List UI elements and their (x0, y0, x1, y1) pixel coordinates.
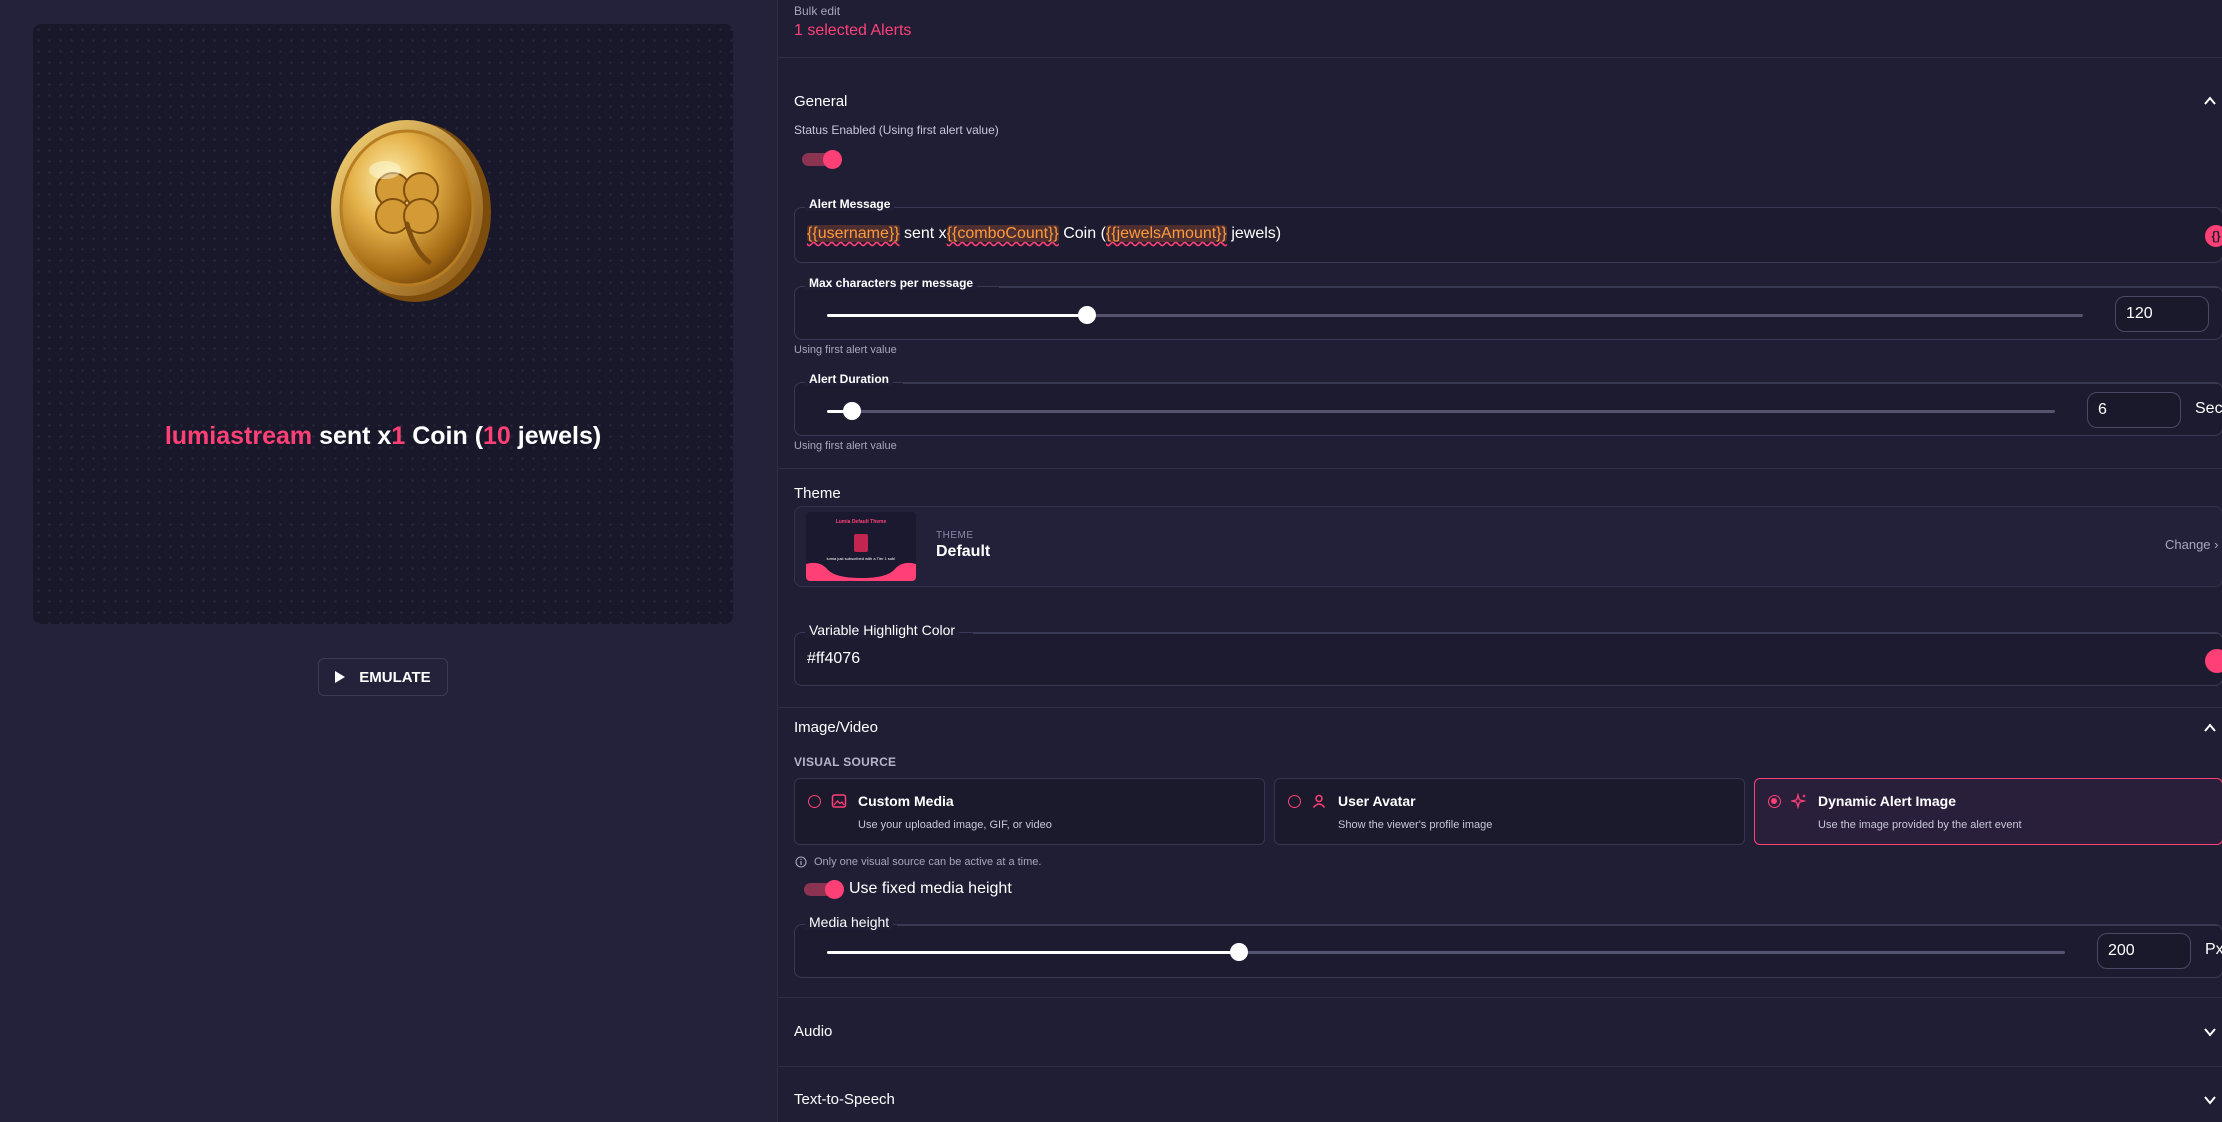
custom-media-subtitle: Use your uploaded image, GIF, or video (858, 819, 1052, 831)
alert-duration-input[interactable]: 6 (2087, 392, 2181, 428)
divider (778, 57, 2222, 58)
theme-caption: THEME (936, 530, 974, 541)
theme-thumbnail: Lumia Default Theme lumia just subscribe… (806, 512, 916, 581)
theme-change-button[interactable]: Change › (2165, 537, 2219, 552)
alert-duration-field: Alert Duration 6 Sec (794, 372, 2222, 436)
emulate-button[interactable]: EMULATE (318, 658, 448, 696)
chevron-down-icon[interactable] (2203, 1025, 2217, 1039)
divider (778, 468, 2222, 469)
play-icon (335, 671, 346, 683)
fixed-media-height-toggle[interactable] (804, 880, 844, 899)
message-text-sent: sent x (899, 225, 947, 242)
visual-source-label: VISUAL SOURCE (794, 755, 897, 769)
preview-message: lumiastream sent x1 Coin (10 jewels) (33, 422, 733, 451)
insert-variable-button[interactable]: {} (2205, 225, 2222, 247)
preview-username: lumiastream (164, 422, 313, 450)
legend-line (973, 633, 2219, 634)
dynamic-alert-image-subtitle: Use the image provided by the alert even… (1818, 819, 2022, 831)
message-text-jewels: jewels) (1226, 225, 1282, 242)
image-icon (831, 794, 847, 808)
slider-thumb[interactable] (1230, 943, 1249, 961)
slider-thumb[interactable] (1077, 306, 1096, 324)
preview-combo: 1 (391, 422, 406, 450)
highlight-color-field[interactable]: Variable Highlight Color #ff4076 (794, 622, 2222, 686)
image-video-section-title: Image/Video (794, 719, 878, 736)
chevron-up-icon[interactable] (2203, 94, 2217, 108)
preview-pane: lumiastream sent x1 Coin (10 jewels) EMU… (0, 0, 777, 1122)
max-characters-legend: Max characters per message (805, 276, 978, 290)
max-characters-field: Max characters per message 120 (794, 276, 2222, 340)
theme-card[interactable]: Lumia Default Theme lumia just subscribe… (794, 506, 2222, 587)
theme-thumb-figure (854, 534, 868, 552)
sparkle-icon (1791, 793, 1807, 809)
tts-section-title: Text-to-Speech (794, 1091, 895, 1108)
max-characters-slider[interactable] (827, 306, 2083, 324)
source-card-user-avatar[interactable]: User Avatar Show the viewer's profile im… (1274, 778, 1745, 845)
media-height-unit: Px (2205, 941, 2222, 958)
preview-coin: Coin ( (412, 422, 484, 450)
status-enabled-label: Status Enabled (Using first alert value) (794, 123, 999, 137)
legend-line (999, 287, 2219, 288)
chevron-right-icon: › (2214, 537, 2219, 552)
var-username: {{username}} (807, 225, 900, 242)
message-text-coin: Coin ( (1058, 225, 1106, 242)
legend-line (903, 383, 2219, 384)
divider (778, 707, 2222, 708)
var-jewels-amount: {{jewelsAmount}} (1105, 225, 1227, 242)
theme-wave-decoration (806, 562, 916, 581)
user-avatar-subtitle: Show the viewer's profile image (1338, 819, 1493, 831)
radio-user-avatar[interactable] (1288, 795, 1301, 808)
highlight-color-swatch[interactable] (2205, 649, 2222, 673)
settings-panel: Bulk edit 1 selected Alerts General Stat… (777, 0, 2222, 1122)
fixed-media-height-label: Use fixed media height (849, 880, 1012, 897)
audio-section-title: Audio (794, 1023, 833, 1040)
general-section-title: General (794, 93, 848, 110)
media-height-legend: Media height (805, 914, 894, 930)
alert-duration-note: Using first alert value (794, 440, 897, 452)
alert-message-value[interactable]: {{username}} sent x{{comboCount}} Coin (… (807, 225, 1281, 243)
highlight-color-legend: Variable Highlight Color (805, 622, 960, 638)
status-enabled-toggle[interactable] (802, 150, 842, 169)
radio-custom-media[interactable] (808, 795, 821, 808)
theme-section-title: Theme (794, 485, 841, 502)
info-icon (795, 856, 807, 868)
max-characters-note: Using first alert value (794, 344, 897, 356)
source-card-custom-media[interactable]: Custom Media Use your uploaded image, GI… (794, 778, 1265, 845)
alert-message-legend: Alert Message (805, 197, 895, 211)
media-height-input[interactable]: 200 (2097, 933, 2191, 969)
selected-alerts-count: 1 selected Alerts (794, 22, 912, 39)
max-characters-input[interactable]: 120 (2115, 296, 2209, 332)
media-height-slider[interactable] (827, 943, 2065, 961)
divider (778, 997, 2222, 998)
clover-coin-icon (331, 120, 491, 302)
legend-line (897, 925, 2219, 926)
chevron-up-icon[interactable] (2203, 721, 2217, 735)
chevron-down-icon[interactable] (2203, 1093, 2217, 1107)
emulate-label: EMULATE (359, 668, 431, 686)
divider (778, 1066, 2222, 1067)
var-combo-count: {{comboCount}} (946, 225, 1059, 242)
alert-duration-legend: Alert Duration (805, 372, 894, 386)
preview-jewels-suffix: jewels) (517, 422, 602, 450)
user-avatar-title: User Avatar (1338, 793, 1416, 809)
alert-preview: lumiastream sent x1 Coin (10 jewels) (33, 24, 733, 624)
bulk-edit-label: Bulk edit (794, 4, 841, 18)
highlight-color-value[interactable]: #ff4076 (807, 650, 860, 668)
visual-source-info: Only one visual source can be active at … (814, 856, 1042, 868)
alert-duration-slider[interactable] (827, 402, 2055, 420)
user-icon (1312, 794, 1326, 808)
media-height-field: Media height 200 Px (794, 914, 2222, 978)
theme-name: Default (936, 543, 991, 560)
theme-change-label: Change (2165, 537, 2211, 552)
slider-thumb[interactable] (842, 402, 861, 420)
dynamic-alert-image-title: Dynamic Alert Image (1818, 793, 1956, 809)
preview-sent: sent x (319, 422, 392, 450)
radio-dynamic-alert-image[interactable] (1768, 795, 1781, 808)
preview-jewels-amount: 10 (483, 422, 511, 450)
custom-media-title: Custom Media (858, 793, 954, 809)
theme-thumb-title: Lumia Default Theme (835, 519, 887, 525)
alert-message-field[interactable]: Alert Message {{username}} sent x{{combo… (794, 197, 2222, 263)
alert-duration-unit: Sec (2195, 400, 2222, 417)
source-card-dynamic-alert-image[interactable]: Dynamic Alert Image Use the image provid… (1754, 778, 2222, 845)
